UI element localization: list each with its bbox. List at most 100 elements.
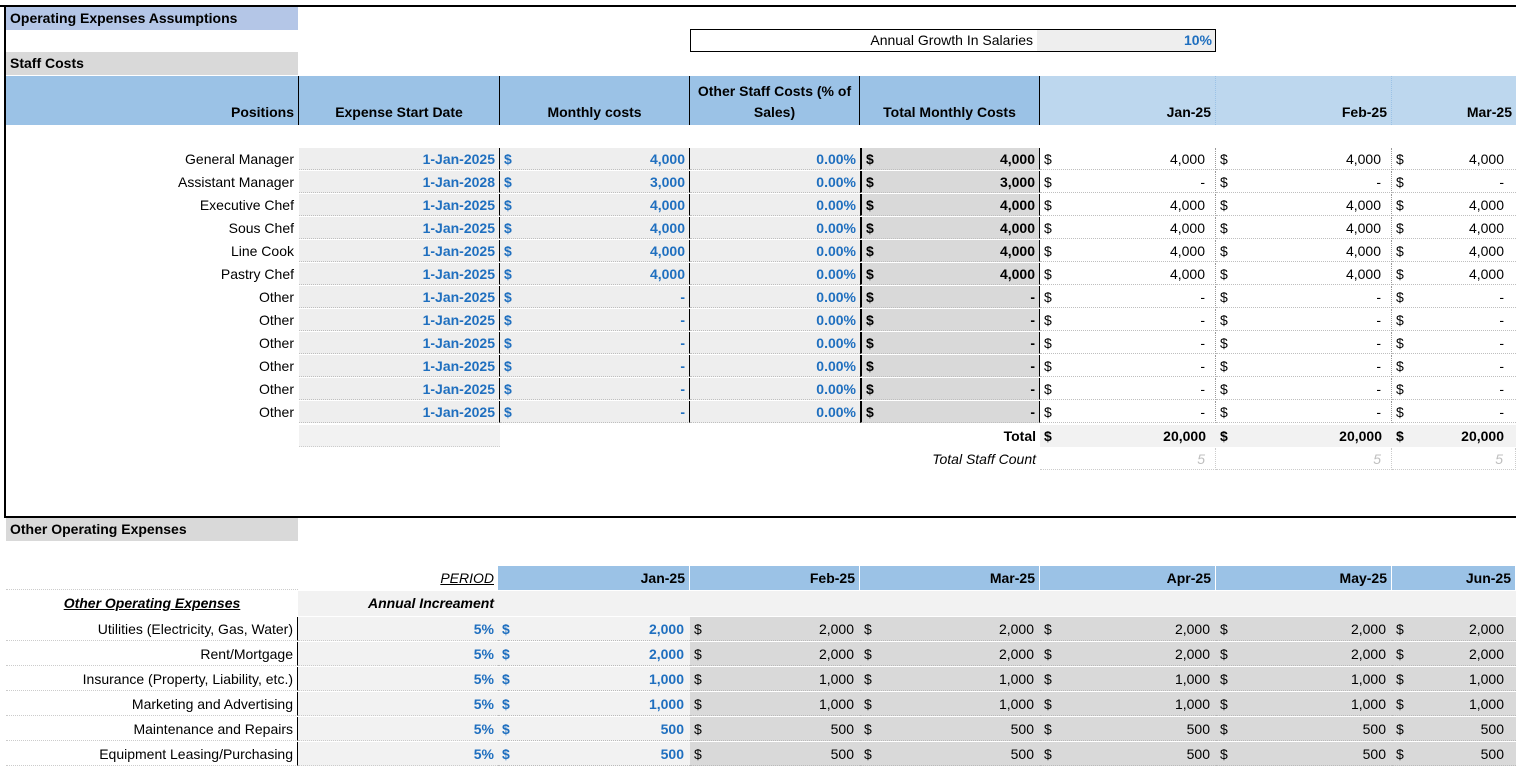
other-pct-cell[interactable]: 0.00% [690,217,860,239]
monthly-cost-value[interactable]: 4,000 [650,220,685,236]
other-pct-cell[interactable]: 0.00% [690,171,860,193]
currency-symbol: $ [866,220,874,236]
monthly-cost-cell[interactable]: $3,000 [500,171,690,193]
expense-value-cell[interactable]: $2,000 [498,642,690,666]
currency-symbol: $ [1220,721,1228,737]
month-cost-cell: $ - [1392,286,1516,308]
staff-count-label: Total Staff Count [932,451,1036,467]
monthly-cost-value[interactable]: - [680,404,685,420]
currency-symbol: $ [864,671,872,687]
start-date-cell[interactable]: 1-Jan-2025 [299,286,500,308]
other-pct-cell[interactable]: 0.00% [690,378,860,400]
monthly-cost-cell[interactable]: $4,000 [500,217,690,239]
month-cost-cell: $4,000 [1040,240,1216,262]
expense-value[interactable]: 500 [661,721,684,737]
monthly-cost-cell[interactable]: $ - [500,401,690,423]
other-pct-cell[interactable]: 0.00% [690,194,860,216]
annual-increment-cell[interactable]: 5% [298,742,498,766]
month-cost-value: 4,000 [1169,243,1205,259]
currency-symbol: $ [866,197,874,213]
growth-value[interactable]: 10% [1037,30,1215,51]
other-pct-cell[interactable]: 0.00% [690,263,860,285]
start-date-cell[interactable]: 1-Jan-2025 [299,378,500,400]
currency-symbol: $ [502,721,510,737]
total-monthly-cell: $3,000 [860,171,1040,193]
start-date-cell[interactable]: 1-Jan-2025 [299,240,500,262]
other-pct-cell[interactable]: 0.00% [690,401,860,423]
expense-value-cell: $500 [1216,742,1392,766]
expense-value: 500 [1480,721,1504,737]
month-cost-value: - [1200,404,1205,420]
annual-increment-cell[interactable]: 5% [298,717,498,741]
expense-value-cell[interactable]: $500 [498,742,690,766]
start-date-cell[interactable]: 1-Jan-2028 [299,171,500,193]
total-monthly-cell: $4,000 [860,263,1040,285]
expense-value: 500 [1480,746,1504,762]
monthly-cost-value[interactable]: 4,000 [650,243,685,259]
month-cost-cell: $4,000 [1040,263,1216,285]
expense-value-cell[interactable]: $500 [498,717,690,741]
position-cell: Other [258,404,294,420]
annual-increment-cell[interactable]: 5% [298,617,498,641]
monthly-cost-value[interactable]: 4,000 [650,266,685,282]
month-cost-value: - [1499,335,1504,351]
expense-value: 2,000 [818,621,854,637]
other-pct-cell[interactable]: 0.00% [690,355,860,377]
monthly-cost-value[interactable]: - [680,289,685,305]
month-cost-cell: $4,000 [1392,263,1516,285]
start-date-cell[interactable]: 1-Jan-2025 [299,217,500,239]
expense-value-cell[interactable]: $1,000 [498,692,690,716]
monthly-cost-cell[interactable]: $4,000 [500,240,690,262]
total-monthly-value: 3,000 [999,174,1035,190]
monthly-cost-cell[interactable]: $ - [500,286,690,308]
other-pct-cell[interactable]: 0.00% [690,148,860,170]
start-date-cell[interactable]: 1-Jan-2025 [299,194,500,216]
expense-value[interactable]: 1,000 [649,671,684,687]
monthly-cost-cell[interactable]: $ - [500,378,690,400]
currency-symbol: $ [1044,197,1052,213]
monthly-cost-value[interactable]: 4,000 [650,197,685,213]
monthly-cost-value[interactable]: - [680,335,685,351]
monthly-cost-cell[interactable]: $ - [500,332,690,354]
currency-symbol: $ [866,381,874,397]
other-pct-cell[interactable]: 0.00% [690,240,860,262]
expense-value[interactable]: 1,000 [649,696,684,712]
currency-symbol: $ [1220,671,1228,687]
expense-value-cell[interactable]: $2,000 [498,617,690,641]
month-cost-value: - [1376,404,1381,420]
annual-increment-cell[interactable]: 5% [298,642,498,666]
expense-value[interactable]: 500 [661,746,684,762]
month-cost-value: 4,000 [1345,151,1381,167]
currency-symbol: $ [1396,428,1404,444]
other-pct-cell[interactable]: 0.00% [690,309,860,331]
header-month-2: Feb-25 [1216,76,1392,125]
other-pct-cell[interactable]: 0.00% [690,332,860,354]
monthly-cost-value[interactable]: 4,000 [650,151,685,167]
monthly-cost-value[interactable]: - [680,312,685,328]
total-monthly-value: - [1030,335,1035,351]
start-date-cell[interactable]: 1-Jan-2025 [299,355,500,377]
monthly-cost-value[interactable]: 3,000 [650,174,685,190]
monthly-cost-cell[interactable]: $ - [500,309,690,331]
currency-symbol: $ [1044,721,1052,737]
total-monthly-value: - [1030,358,1035,374]
annual-increment-cell[interactable]: 5% [298,667,498,691]
annual-increment-cell[interactable]: 5% [298,692,498,716]
expense-value-cell[interactable]: $1,000 [498,667,690,691]
monthly-cost-value[interactable]: - [680,381,685,397]
start-date-cell[interactable]: 1-Jan-2025 [299,332,500,354]
expense-value[interactable]: 2,000 [649,646,684,662]
position-cell: Other [258,289,294,305]
monthly-cost-cell[interactable]: $4,000 [500,148,690,170]
total-monthly-value: 4,000 [999,220,1035,236]
expense-value[interactable]: 2,000 [649,621,684,637]
monthly-cost-cell[interactable]: $4,000 [500,194,690,216]
start-date-cell[interactable]: 1-Jan-2025 [299,401,500,423]
other-pct-cell[interactable]: 0.00% [690,286,860,308]
start-date-cell[interactable]: 1-Jan-2025 [299,309,500,331]
monthly-cost-cell[interactable]: $ - [500,355,690,377]
start-date-cell[interactable]: 1-Jan-2025 [299,263,500,285]
monthly-cost-cell[interactable]: $4,000 [500,263,690,285]
start-date-cell[interactable]: 1-Jan-2025 [299,148,500,170]
monthly-cost-value[interactable]: - [680,358,685,374]
